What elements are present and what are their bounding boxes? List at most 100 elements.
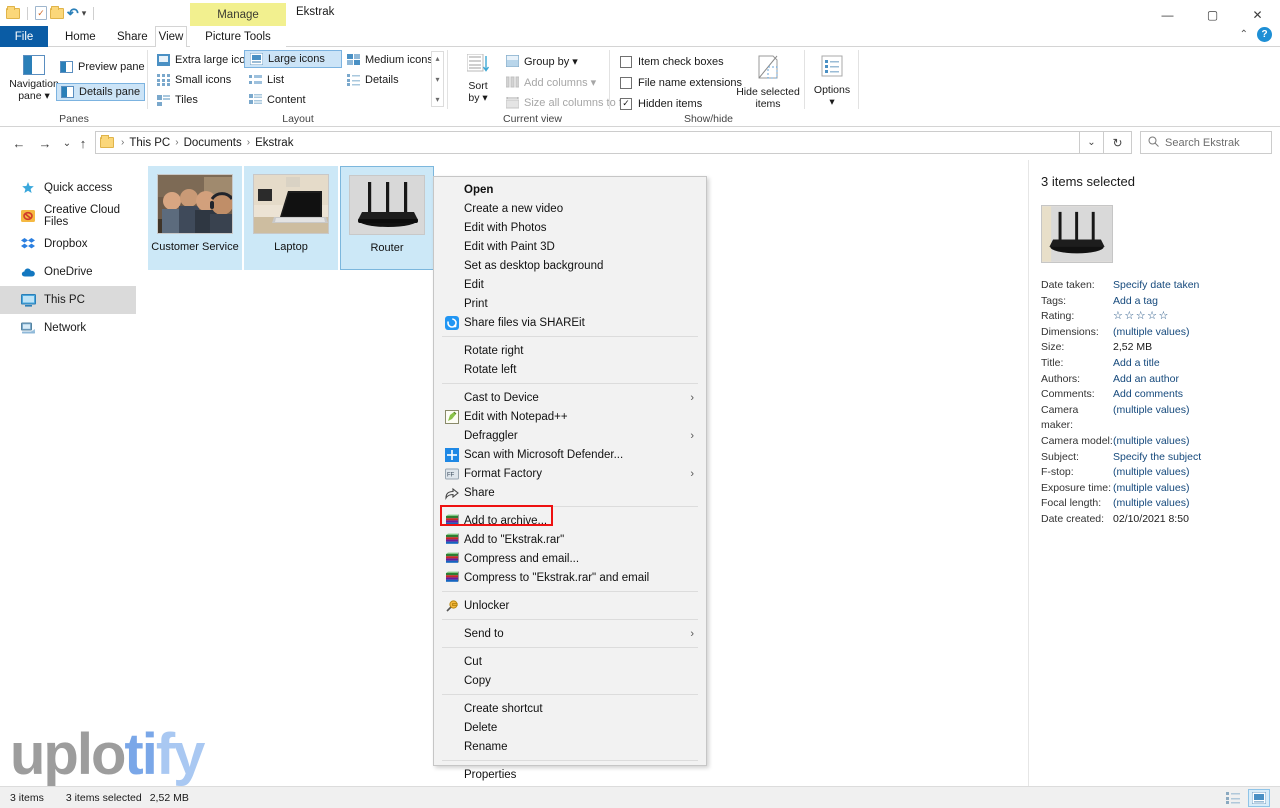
property-value[interactable]: Add comments xyxy=(1113,387,1183,403)
collapse-ribbon-icon[interactable]: ⌃ xyxy=(1240,29,1248,40)
context-menu-item-rotate-left[interactable]: Rotate left xyxy=(434,360,706,379)
view-content[interactable]: Content xyxy=(244,91,342,109)
view-large-icons[interactable]: Large icons xyxy=(244,50,342,68)
options-button[interactable]: Options ▾ xyxy=(805,51,859,108)
context-menu-item-rename[interactable]: Rename xyxy=(434,737,706,756)
ribbon-right-controls[interactable]: ⌃ ? xyxy=(1240,27,1272,42)
refresh-button[interactable]: ↻ xyxy=(1104,131,1132,154)
property-value[interactable]: (multiple values) xyxy=(1113,496,1189,512)
context-menu-item-create-a-new-video[interactable]: Create a new video xyxy=(434,199,706,218)
context-menu-item-compress-to-ekstrak-rar-and-email[interactable]: Compress to "Ekstrak.rar" and email xyxy=(434,568,706,587)
quick-access-toolbar[interactable]: ✓ ↶ ▾ xyxy=(6,3,98,23)
preview-pane-button[interactable]: Preview pane xyxy=(56,58,149,76)
tab-view[interactable]: View xyxy=(155,26,187,48)
context-menu[interactable]: Open Create a new video Edit with Photos… xyxy=(433,176,707,781)
view-details[interactable]: Details xyxy=(342,71,430,89)
details-pane-button[interactable]: Details pane xyxy=(56,83,146,101)
context-menu-item-properties[interactable]: Properties xyxy=(434,765,706,784)
checkbox-icon[interactable] xyxy=(620,55,632,68)
context-menu-item-send-to[interactable]: Send to › xyxy=(434,624,706,643)
context-menu-item-edit[interactable]: Edit xyxy=(434,275,706,294)
file-item-customer-service[interactable]: Customer Service xyxy=(148,166,242,270)
context-menu-item-edit-with-photos[interactable]: Edit with Photos xyxy=(434,218,706,237)
up-button[interactable]: ↑ xyxy=(72,132,94,154)
new-folder-icon[interactable] xyxy=(50,5,64,19)
checkbox-checked-icon[interactable]: ✓ xyxy=(620,97,632,110)
context-menu-item-open[interactable]: Open xyxy=(434,180,706,199)
property-value[interactable]: Specify the subject xyxy=(1113,450,1201,466)
property-value[interactable]: (multiple values) xyxy=(1113,465,1189,481)
tab-home[interactable]: Home xyxy=(52,26,109,47)
context-menu-item-add-to-ekstrak-rar[interactable]: Add to "Ekstrak.rar" xyxy=(434,530,706,549)
chevron-down-icon[interactable]: ▾ xyxy=(82,8,87,18)
property-value[interactable]: Specify date taken xyxy=(1113,278,1199,294)
back-button[interactable]: ← xyxy=(8,132,30,154)
context-menu-item-delete[interactable]: Delete xyxy=(434,718,706,737)
sidebar-item-dropbox[interactable]: Dropbox xyxy=(0,230,136,258)
scroll-more-icon[interactable]: ▾ xyxy=(435,95,439,104)
context-menu-item-compress-and-email[interactable]: Compress and email... xyxy=(434,549,706,568)
context-menu-item-set-as-desktop-background[interactable]: Set as desktop background xyxy=(434,256,706,275)
tab-file[interactable]: File xyxy=(0,26,48,47)
property-value[interactable]: (multiple values) xyxy=(1113,481,1189,497)
context-menu-item-format-factory[interactable]: FF Format Factory › xyxy=(434,464,706,483)
property-value[interactable]: (multiple values) xyxy=(1113,434,1189,450)
layout-scroll-control[interactable]: ▴ ▾ ▾ xyxy=(431,51,444,107)
address-dropdown-button[interactable]: ⌄ xyxy=(1080,131,1104,154)
sidebar-item-onedrive[interactable]: OneDrive xyxy=(0,258,136,286)
scroll-down-icon[interactable]: ▾ xyxy=(435,75,439,84)
folder-icon[interactable] xyxy=(6,5,20,19)
file-item-router[interactable]: Router xyxy=(340,166,434,270)
context-menu-item-print[interactable]: Print xyxy=(434,294,706,313)
properties-icon[interactable]: ✓ xyxy=(35,6,47,20)
view-list[interactable]: List xyxy=(244,71,342,89)
group-by-button[interactable]: Group by ▾ xyxy=(501,52,582,70)
context-menu-item-edit-with-notepadpp[interactable]: Edit with Notepad++ xyxy=(434,407,706,426)
context-menu-item-create-shortcut[interactable]: Create shortcut xyxy=(434,699,706,718)
context-menu-item-unlocker[interactable]: Unlocker xyxy=(434,596,706,615)
breadcrumb-separator[interactable]: › xyxy=(118,137,127,148)
file-name-extensions-checkbox[interactable]: File name extensions xyxy=(620,73,742,92)
view-tiles[interactable]: Tiles xyxy=(152,91,244,109)
context-menu-item-cast-to-device[interactable]: Cast to Device › xyxy=(434,388,706,407)
context-menu-item-scan-with-microsoft-defender[interactable]: Scan with Microsoft Defender... xyxy=(434,445,706,464)
hide-selected-items-button[interactable]: Hide selected items xyxy=(734,51,802,110)
property-value[interactable]: Add an author xyxy=(1113,372,1179,388)
sidebar-item-creative-cloud-files[interactable]: Creative Cloud Files xyxy=(0,202,136,230)
view-small-icons[interactable]: Small icons xyxy=(152,71,244,89)
large-icons-view-button[interactable] xyxy=(1248,789,1270,807)
sidebar-item-quick-access[interactable]: Quick access xyxy=(0,174,136,202)
checkbox-icon[interactable] xyxy=(620,76,632,89)
add-columns-button[interactable]: Add columns ▾ xyxy=(501,73,600,91)
search-input[interactable]: Search Ekstrak xyxy=(1140,131,1272,154)
context-menu-item-edit-with-paint-3d[interactable]: Edit with Paint 3D xyxy=(434,237,706,256)
breadcrumb-item-ekstrak[interactable]: Ekstrak xyxy=(255,137,293,149)
view-toggle-buttons[interactable] xyxy=(1222,789,1270,807)
picture-tools-context-tab[interactable]: Manage xyxy=(190,3,286,26)
property-value[interactable]: (multiple values) xyxy=(1113,325,1189,341)
tab-share[interactable]: Share xyxy=(104,26,161,47)
details-view-button[interactable] xyxy=(1222,789,1244,807)
property-value[interactable]: (multiple values) xyxy=(1113,403,1189,434)
context-menu-item-share[interactable]: Share xyxy=(434,483,706,502)
breadcrumb-separator[interactable]: › xyxy=(172,137,181,148)
breadcrumb-item-documents[interactable]: Documents xyxy=(184,137,242,149)
item-check-boxes-checkbox[interactable]: Item check boxes xyxy=(620,52,724,71)
context-menu-item-share-files-via-shareit[interactable]: Share files via SHAREit xyxy=(434,313,706,332)
context-menu-item-cut[interactable]: Cut xyxy=(434,652,706,671)
property-value[interactable]: Add a title xyxy=(1113,356,1160,372)
view-medium-icons[interactable]: Medium icons xyxy=(342,51,433,69)
scroll-up-icon[interactable]: ▴ xyxy=(435,54,439,63)
context-menu-item-copy[interactable]: Copy xyxy=(434,671,706,690)
property-value[interactable]: Add a tag xyxy=(1113,294,1158,310)
undo-icon[interactable]: ↶ xyxy=(67,6,79,20)
context-menu-item-rotate-right[interactable]: Rotate right xyxy=(434,341,706,360)
context-menu-item-defraggler[interactable]: Defraggler › xyxy=(434,426,706,445)
rating-stars[interactable]: ☆☆☆☆☆ xyxy=(1113,309,1170,325)
navigation-pane-button[interactable]: Navigation pane ▾ xyxy=(6,51,62,102)
forward-button[interactable]: → xyxy=(34,132,56,154)
breadcrumb-item-this-pc[interactable]: This PC xyxy=(129,137,170,149)
hidden-items-checkbox[interactable]: ✓ Hidden items xyxy=(620,94,702,113)
sort-by-button[interactable]: Sort by ▾ xyxy=(457,51,499,104)
file-item-laptop[interactable]: Laptop xyxy=(244,166,338,270)
